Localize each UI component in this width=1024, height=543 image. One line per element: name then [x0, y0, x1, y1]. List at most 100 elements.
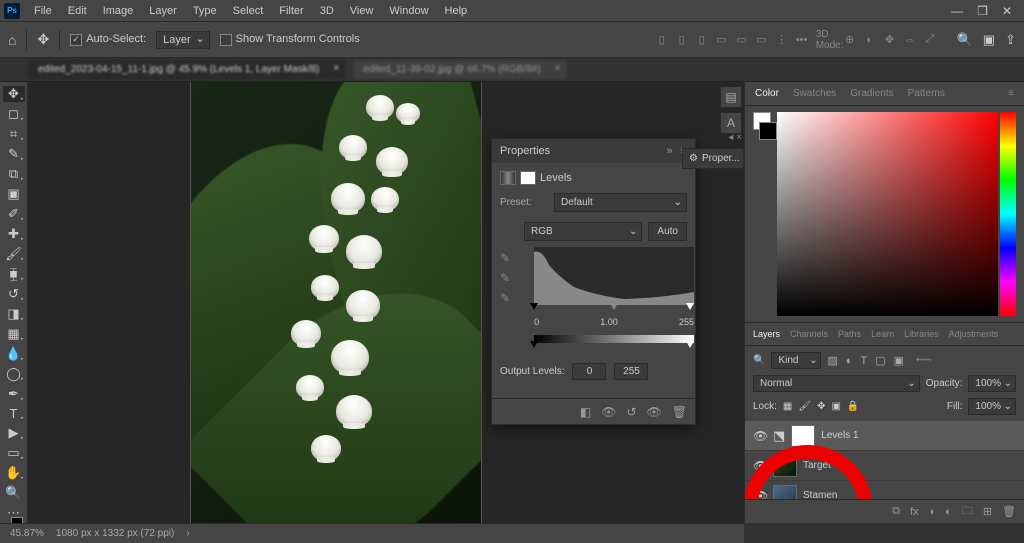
- filter-search-icon[interactable]: 🔍: [753, 355, 765, 366]
- filter-shape-icon[interactable]: ▢: [875, 354, 885, 367]
- 3d-orbit-icon[interactable]: ⊕: [843, 33, 857, 47]
- menu-file[interactable]: File: [26, 2, 60, 20]
- properties-header[interactable]: Properties »≡: [492, 139, 695, 163]
- delete-adj-icon[interactable]: 🗑: [672, 405, 687, 419]
- white-eyedropper-icon[interactable]: ✎: [500, 291, 510, 305]
- brush-tool[interactable]: 🖌▸: [3, 246, 25, 262]
- doc-info-chevron-icon[interactable]: ›: [186, 528, 189, 539]
- tab-color[interactable]: Color: [755, 88, 779, 99]
- tab-layers[interactable]: Layers: [753, 329, 780, 339]
- menu-view[interactable]: View: [342, 2, 382, 20]
- layer-thumb[interactable]: [773, 485, 797, 500]
- filter-kind-select[interactable]: Kind: [771, 352, 821, 369]
- blend-mode-select[interactable]: Normal: [753, 375, 920, 392]
- tab-channels[interactable]: Channels: [790, 329, 828, 339]
- type-tool[interactable]: T▸: [3, 406, 25, 421]
- 3d-pan-icon[interactable]: ✥: [883, 33, 897, 47]
- layer-name[interactable]: Target: [803, 460, 831, 471]
- lock-position-icon[interactable]: ✥: [817, 401, 825, 412]
- view-previous-icon[interactable]: 👁: [601, 405, 616, 419]
- canvas[interactable]: Properties »≡ Levels Preset: Default RGB…: [28, 82, 744, 523]
- distribute-icon[interactable]: ⋮: [775, 33, 789, 47]
- gradient-tool[interactable]: ▦▸: [3, 326, 25, 342]
- dodge-tool[interactable]: ◯▸: [3, 366, 25, 382]
- tab-swatches[interactable]: Swatches: [793, 88, 836, 99]
- shape-tool[interactable]: ▭▸: [3, 445, 25, 461]
- menu-layer[interactable]: Layer: [141, 2, 185, 20]
- align-middle-icon[interactable]: ▭: [735, 33, 749, 47]
- doc-info[interactable]: 1080 px x 1332 px (72 ppi): [56, 528, 174, 539]
- workspace-icon[interactable]: ▣: [983, 32, 995, 48]
- frame-tool[interactable]: ▣: [3, 186, 25, 202]
- align-bottom-icon[interactable]: ▭: [755, 33, 769, 47]
- zoom-level[interactable]: 45.87%: [10, 528, 44, 539]
- input-white-value[interactable]: 255: [679, 317, 694, 327]
- align-left-icon[interactable]: ▯: [655, 33, 669, 47]
- filter-type-icon[interactable]: T: [861, 355, 868, 367]
- blur-tool[interactable]: 💧▸: [3, 346, 25, 362]
- auto-button[interactable]: Auto: [648, 222, 687, 241]
- filter-toggle-icon[interactable]: ⬳: [916, 354, 932, 367]
- 3d-slide-icon[interactable]: ⇔: [903, 33, 917, 47]
- mini-dock-collapse-icon[interactable]: ◂ ×: [728, 132, 742, 143]
- healing-tool[interactable]: ✚▸: [3, 226, 25, 242]
- character-panel-icon[interactable]: A: [720, 112, 742, 134]
- clone-tool[interactable]: ⧯▸: [3, 266, 25, 282]
- pen-tool[interactable]: ✒▸: [3, 386, 25, 402]
- channel-select[interactable]: RGB: [524, 222, 642, 241]
- reset-icon[interactable]: ↺: [626, 405, 636, 419]
- menu-3d[interactable]: 3D: [312, 2, 342, 20]
- lock-transparency-icon[interactable]: ▦: [783, 401, 792, 412]
- tab-gradients[interactable]: Gradients: [850, 88, 893, 99]
- menu-type[interactable]: Type: [185, 2, 225, 20]
- align-top-icon[interactable]: ▭: [715, 33, 729, 47]
- maximize-button[interactable]: ❐: [977, 4, 988, 18]
- add-mask-icon[interactable]: ◖: [929, 506, 936, 518]
- close-tab-icon[interactable]: ×: [555, 63, 561, 74]
- toggle-visibility-icon[interactable]: 👁: [647, 405, 662, 419]
- lock-pixels-icon[interactable]: 🖌: [798, 401, 811, 412]
- opacity-input[interactable]: 100%: [968, 375, 1016, 392]
- 3d-roll-icon[interactable]: ◐: [863, 33, 877, 47]
- delete-layer-icon[interactable]: 🗑: [1002, 505, 1016, 518]
- home-icon[interactable]: ⌂: [8, 32, 16, 48]
- input-mid-value[interactable]: 1.00: [600, 317, 618, 327]
- layer-mask-thumb[interactable]: [791, 425, 815, 447]
- move-tool[interactable]: ✥▸: [3, 86, 25, 102]
- search-icon[interactable]: 🔍: [957, 32, 973, 48]
- show-transform-checkbox[interactable]: Show Transform Controls: [220, 33, 360, 45]
- output-white-input[interactable]: 255: [614, 363, 648, 380]
- hue-slider[interactable]: [1000, 112, 1016, 316]
- close-window-button[interactable]: ✕: [1002, 4, 1012, 18]
- menu-select[interactable]: Select: [225, 2, 272, 20]
- filter-smart-icon[interactable]: ▣: [894, 354, 904, 367]
- menu-help[interactable]: Help: [437, 2, 476, 20]
- preset-select[interactable]: Default: [554, 193, 687, 212]
- color-swatch-fg-bg[interactable]: [753, 112, 775, 316]
- eyedropper-tool[interactable]: ✐▸: [3, 206, 25, 222]
- more-icon[interactable]: •••: [795, 33, 809, 47]
- layer-thumb[interactable]: [773, 455, 797, 477]
- output-slider[interactable]: [534, 343, 694, 353]
- menu-image[interactable]: Image: [95, 2, 142, 20]
- properties-tab-collapsed[interactable]: ⚙ Proper...: [682, 148, 744, 169]
- align-right-icon[interactable]: ▯: [695, 33, 709, 47]
- layer-row[interactable]: 👁 Stamen: [745, 481, 1024, 499]
- lasso-tool[interactable]: ⌗▸: [3, 126, 25, 142]
- eraser-tool[interactable]: ◨▸: [3, 306, 25, 322]
- marquee-tool[interactable]: ◻▸: [3, 106, 25, 122]
- crop-tool[interactable]: ⧉▸: [3, 166, 25, 182]
- tab-paths[interactable]: Paths: [838, 329, 861, 339]
- lock-all-icon[interactable]: 🔒: [847, 401, 859, 412]
- menu-window[interactable]: Window: [381, 2, 436, 20]
- new-adj-icon[interactable]: ◐: [945, 506, 952, 518]
- zoom-tool[interactable]: 🔍: [3, 485, 25, 501]
- tab-learn[interactable]: Learn: [871, 329, 894, 339]
- new-layer-icon[interactable]: ⊞: [983, 505, 992, 518]
- share-icon[interactable]: ⇪: [1005, 32, 1016, 48]
- hand-tool[interactable]: ✋▸: [3, 465, 25, 481]
- auto-select-type[interactable]: Layer: [156, 31, 210, 49]
- visibility-toggle[interactable]: 👁: [753, 429, 767, 443]
- close-tab-icon[interactable]: ×: [333, 63, 339, 74]
- document-tab-2[interactable]: edited_11-39-02.jpg @ 66.7% (RGB/8#)×: [353, 60, 566, 79]
